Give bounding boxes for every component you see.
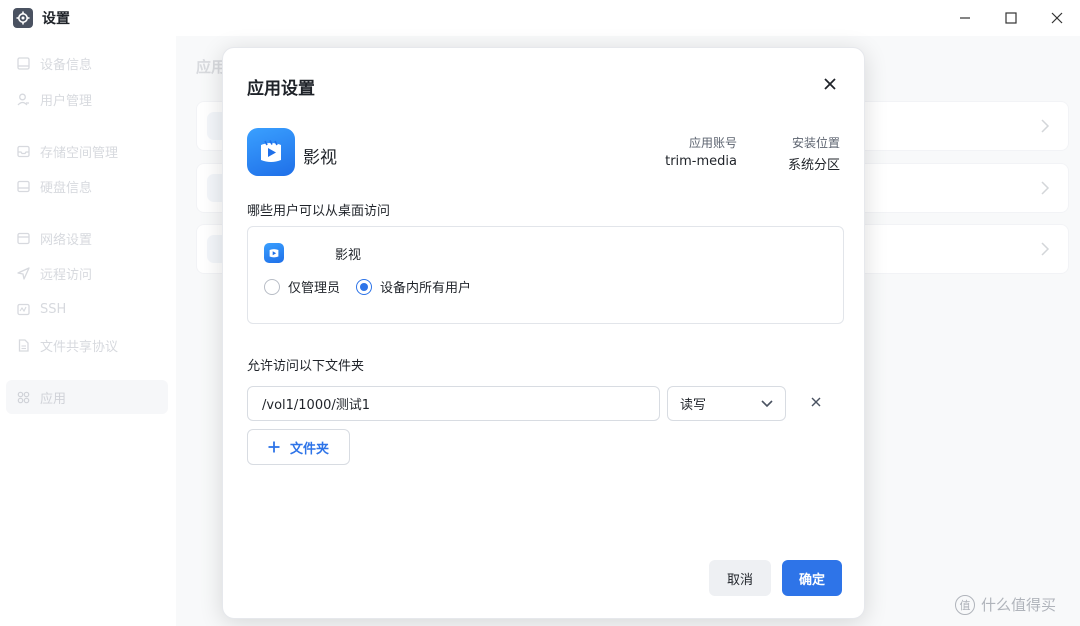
permission-value: 读写 — [680, 398, 707, 413]
radio-circle-checked — [356, 278, 373, 295]
media-app-icon — [264, 243, 284, 263]
permission-select[interactable]: 读写 — [667, 386, 786, 421]
folder-path-input[interactable] — [247, 386, 660, 421]
watermark-text: 什么值得买 — [981, 596, 1057, 614]
watermark: 值 什么值得买 — [955, 594, 1056, 615]
account-label: 应用账号 — [688, 136, 737, 150]
access-radio-group: 仅管理员 设备内所有用户 — [264, 277, 487, 296]
app-settings-dialog: 应用设置 影视 应用账号 trim-media 安装位置 系统分区 哪些用户可以… — [222, 47, 865, 619]
radio-all-users[interactable]: 设备内所有用户 — [356, 277, 471, 296]
account-value: trim-media — [665, 154, 737, 169]
desktop-access-label: 哪些用户可以从桌面访问 — [247, 204, 391, 219]
radio-circle — [264, 278, 280, 295]
media-app-icon — [247, 128, 295, 176]
plus-icon — [268, 441, 280, 453]
folders-label: 允许访问以下文件夹 — [247, 359, 365, 374]
location-value: 系统分区 — [787, 158, 840, 173]
dialog-title: 应用设置 — [247, 79, 315, 99]
add-folder-button[interactable]: 文件夹 — [247, 429, 350, 465]
desktop-access-box: 影视 仅管理员 设备内所有用户 — [247, 226, 844, 324]
radio-label: 设备内所有用户 — [380, 281, 472, 296]
maximize-icon — [1005, 12, 1017, 24]
gear-icon — [13, 8, 33, 28]
add-folder-label: 文件夹 — [289, 441, 329, 457]
radio-admin-only[interactable]: 仅管理员 — [264, 277, 340, 296]
close-icon[interactable] — [822, 76, 838, 92]
radio-label: 仅管理员 — [288, 281, 341, 296]
confirm-button[interactable]: 确定 — [782, 560, 842, 596]
close-icon — [1051, 12, 1063, 24]
window-titlebar: 设置 — [0, 0, 1080, 36]
app-name: 影视 — [303, 148, 337, 168]
location-label: 安装位置 — [791, 136, 840, 150]
window-title: 设置 — [42, 11, 70, 27]
access-app-name: 影视 — [335, 248, 362, 263]
remove-folder-icon[interactable] — [810, 396, 822, 408]
minimize-icon — [960, 17, 970, 19]
close-window-button[interactable] — [1034, 0, 1080, 36]
watermark-badge: 值 — [955, 594, 975, 615]
chevron-down-icon — [761, 399, 773, 407]
minimize-button[interactable] — [942, 0, 988, 36]
cancel-button[interactable]: 取消 — [709, 560, 771, 596]
maximize-button[interactable] — [988, 0, 1034, 36]
